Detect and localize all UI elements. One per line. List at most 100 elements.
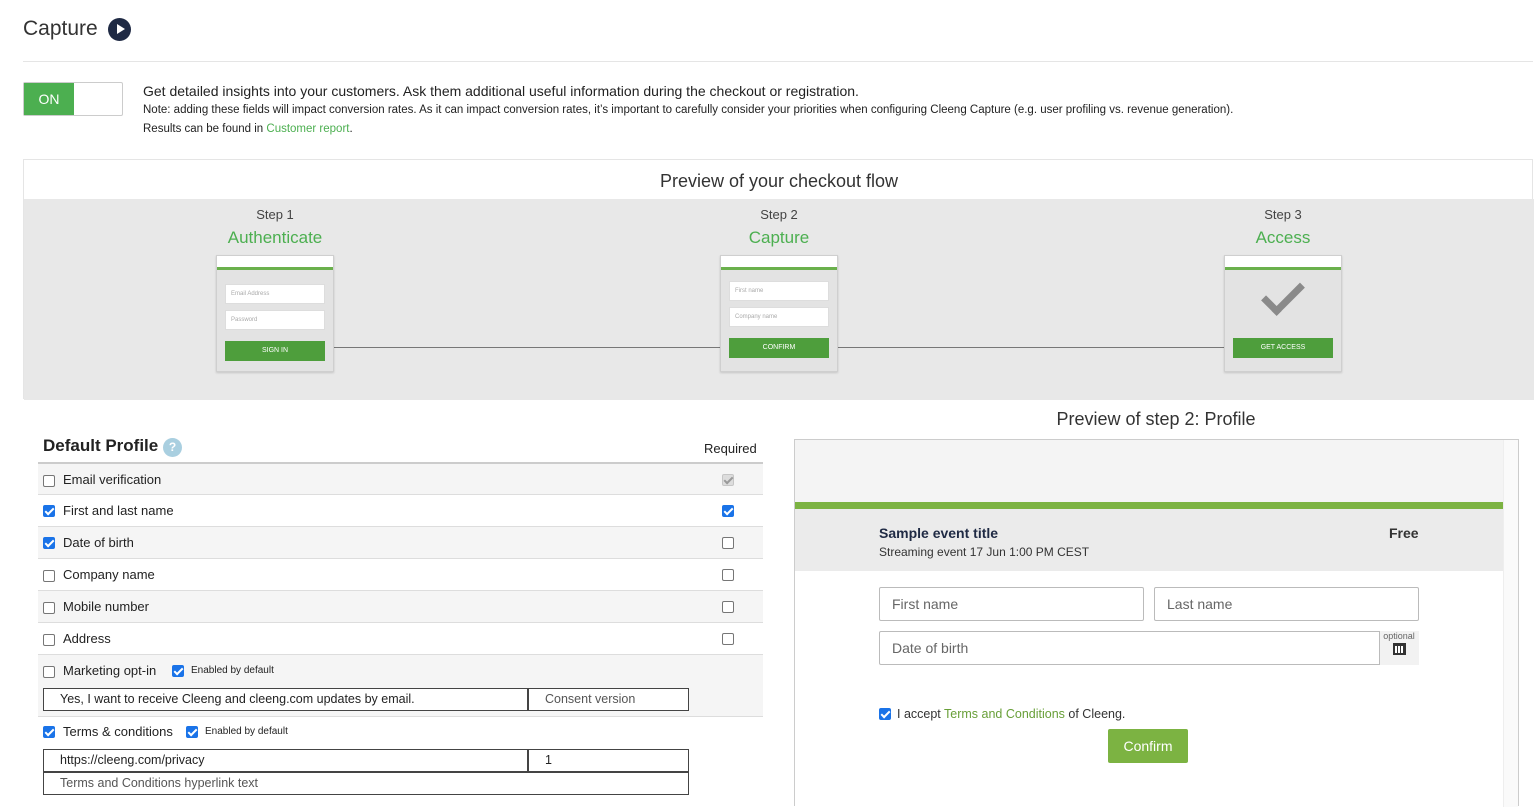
required-checkbox[interactable] <box>722 569 734 581</box>
optional-label: optional <box>1383 631 1415 641</box>
page-title: Capture <box>23 17 98 40</box>
mockup-header <box>217 256 333 270</box>
field-label: Date of birth <box>63 535 134 550</box>
field-checkbox[interactable] <box>43 475 55 487</box>
field-label: First and last name <box>63 503 174 518</box>
field-label: Email verification <box>63 472 162 487</box>
help-icon[interactable]: ? <box>163 438 182 457</box>
flow-title: Preview of your checkout flow <box>659 171 899 191</box>
accept-prefix: I accept <box>897 707 945 721</box>
field-checkbox[interactable] <box>43 634 55 646</box>
intro-note: Note: adding these fields will impact co… <box>143 104 1234 116</box>
mockup-header <box>1225 256 1341 270</box>
profile-fields-table: Email verification First and last name D… <box>38 462 763 804</box>
mock-signin-button: SIGN IN <box>225 341 325 361</box>
step-name: Access <box>1255 228 1311 247</box>
accept-terms-checkbox[interactable] <box>879 708 891 720</box>
results-prefix: Results can be found in <box>143 123 267 135</box>
profile-row-marketing-optin: Marketing opt-in Enabled by default Yes,… <box>38 654 763 716</box>
calendar-icon <box>1393 643 1406 655</box>
mock-get-access-button: GET ACCESS <box>1233 338 1333 358</box>
required-checkbox[interactable] <box>722 505 734 517</box>
consent-version-input[interactable]: Consent version <box>528 688 689 711</box>
required-checkbox <box>722 474 734 486</box>
step-access: Step 3 Access <box>1224 207 1342 248</box>
results-suffix: . <box>349 123 353 135</box>
step-number: Step 2 <box>760 207 798 222</box>
field-label: Marketing opt-in <box>63 663 157 678</box>
capture-toggle[interactable]: ON <box>23 82 123 116</box>
field-checkbox[interactable] <box>43 537 55 549</box>
step-authenticate: Step 1 Authenticate <box>216 207 334 248</box>
enabled-by-default-checkbox[interactable] <box>172 665 184 677</box>
field-checkbox[interactable] <box>43 602 55 614</box>
mock-confirm-button: CONFIRM <box>729 338 829 358</box>
profile-row-company-name: Company name <box>38 558 763 590</box>
enabled-by-default-label: Enabled by default <box>205 726 288 737</box>
field-checkbox[interactable] <box>43 666 55 678</box>
play-circle-icon[interactable] <box>108 18 131 41</box>
toggle-on-label: ON <box>24 83 74 115</box>
step2-preview-title: Preview of step 2: Profile <box>1056 409 1256 429</box>
terms-link[interactable]: Terms and Conditions <box>944 707 1065 721</box>
terms-link-text-input[interactable]: Terms and Conditions hyperlink text <box>43 772 689 795</box>
required-column-header: Required <box>704 441 757 456</box>
step-number: Step 3 <box>1264 207 1302 222</box>
field-label: Mobile number <box>63 599 149 614</box>
profile-row-date-of-birth: Date of birth <box>38 526 763 558</box>
field-label: Terms & conditions <box>63 724 173 739</box>
step2-preview: Sample event title Streaming event 17 Ju… <box>794 439 1519 807</box>
accept-suffix: of Cleeng. <box>1064 707 1126 721</box>
field-checkbox[interactable] <box>43 726 55 738</box>
event-summary: Sample event title Streaming event 17 Ju… <box>795 509 1503 571</box>
enabled-by-default-label: Enabled by default <box>191 665 274 676</box>
mock-firstname-input: First name <box>729 281 829 301</box>
flow-area: Step 1 Authenticate Email Address Passwo… <box>24 199 1534 400</box>
mock-password-input: Password <box>225 310 325 330</box>
first-name-input[interactable]: First name <box>879 587 1144 621</box>
step-mockup-capture: First name Company name CONFIRM <box>720 255 838 372</box>
terms-url-input[interactable]: https://cleeng.com/privacy <box>43 749 528 772</box>
field-checkbox[interactable] <box>43 570 55 582</box>
preview-form: First name Last name Date of birth optio… <box>795 571 1503 807</box>
terms-accept: I accept Terms and Conditions of Cleeng. <box>879 707 1125 721</box>
field-label: Address <box>63 631 111 646</box>
event-price: Free <box>1389 525 1419 541</box>
customer-report-link[interactable]: Customer report <box>266 123 349 135</box>
field-checkbox[interactable] <box>43 505 55 517</box>
event-title: Sample event title <box>879 525 999 541</box>
mock-company-input: Company name <box>729 307 829 327</box>
intro-text: Get detailed insights into your customer… <box>143 83 859 99</box>
profile-row-first-last-name: First and last name <box>38 494 763 526</box>
required-checkbox[interactable] <box>722 601 734 613</box>
intro-results: Results can be found in Customer report. <box>143 123 353 135</box>
header-divider <box>23 61 1533 62</box>
step-number: Step 1 <box>256 207 294 222</box>
date-of-birth-input[interactable]: Date of birth <box>879 631 1419 665</box>
confirm-button[interactable]: Confirm <box>1108 729 1188 763</box>
step-name: Capture <box>748 228 810 247</box>
preview-accent-bar <box>795 502 1503 509</box>
default-profile-title: Default Profile <box>43 436 159 455</box>
profile-row-terms: Terms & conditions Enabled by default ht… <box>38 716 763 804</box>
required-checkbox[interactable] <box>722 633 734 645</box>
profile-row-mobile-number: Mobile number <box>38 590 763 622</box>
mockup-header <box>721 256 837 270</box>
terms-version-input[interactable]: 1 <box>528 749 689 772</box>
step-name: Authenticate <box>227 228 323 247</box>
calendar-button[interactable]: optional <box>1379 631 1419 665</box>
profile-row-address: Address <box>38 622 763 654</box>
step-capture: Step 2 Capture <box>720 207 838 248</box>
consent-text-input[interactable]: Yes, I want to receive Cleeng and cleeng… <box>43 688 528 711</box>
enabled-by-default-checkbox[interactable] <box>186 726 198 738</box>
checkout-flow-preview: Preview of your checkout flow Step 1 Aut… <box>23 159 1534 400</box>
step-mockup-access: GET ACCESS <box>1224 255 1342 372</box>
profile-row-email-verification: Email verification <box>38 462 763 494</box>
last-name-input[interactable]: Last name <box>1154 587 1419 621</box>
required-checkbox[interactable] <box>722 537 734 549</box>
mock-email-input: Email Address <box>225 284 325 304</box>
checkmark-icon <box>1261 272 1305 316</box>
step-mockup-signin: Email Address Password SIGN IN <box>216 255 334 372</box>
field-label: Company name <box>63 567 155 582</box>
preview-scroll-gutter <box>1503 440 1518 807</box>
